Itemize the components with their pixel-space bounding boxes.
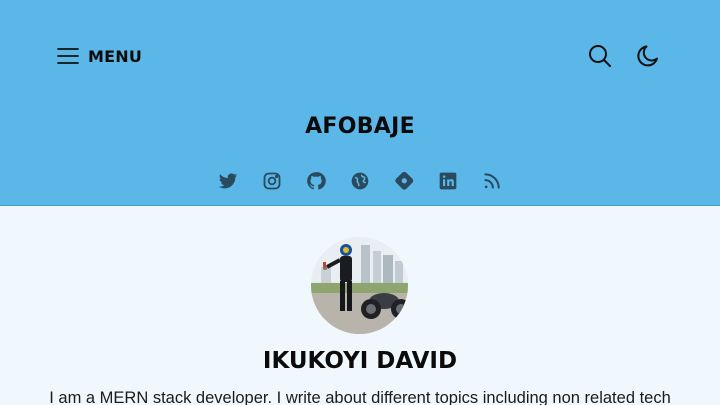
site-title[interactable]: AFOBAJE [0, 114, 720, 139]
search-icon [587, 43, 613, 69]
linkedin-link[interactable] [438, 171, 458, 191]
instagram-link[interactable] [262, 171, 282, 191]
globe-icon [350, 171, 370, 191]
rss-icon [482, 171, 502, 191]
website-link[interactable] [350, 171, 370, 191]
search-button[interactable] [587, 43, 613, 69]
moon-icon [636, 43, 662, 69]
twitter-link[interactable] [218, 171, 238, 191]
menu-label: MENU [88, 46, 143, 66]
github-icon [306, 171, 326, 191]
hamburger-menu-icon [56, 44, 80, 68]
theme-toggle-button[interactable] [636, 43, 662, 69]
twitter-icon [218, 171, 238, 191]
github-link[interactable] [306, 171, 326, 191]
hashnode-icon [394, 171, 414, 191]
instagram-icon [262, 171, 282, 191]
hashnode-link[interactable] [394, 171, 414, 191]
linkedin-icon [438, 171, 458, 191]
social-links [0, 171, 720, 191]
rss-link[interactable] [482, 171, 502, 191]
author-bio: I am a MERN stack developer. I write abo… [49, 389, 671, 405]
profile-avatar [311, 237, 408, 334]
menu-button[interactable]: MENU [56, 44, 142, 68]
site-header: MENU AFOBAJE [0, 0, 720, 206]
author-name: IKUKOYI DAVID [262, 348, 458, 374]
